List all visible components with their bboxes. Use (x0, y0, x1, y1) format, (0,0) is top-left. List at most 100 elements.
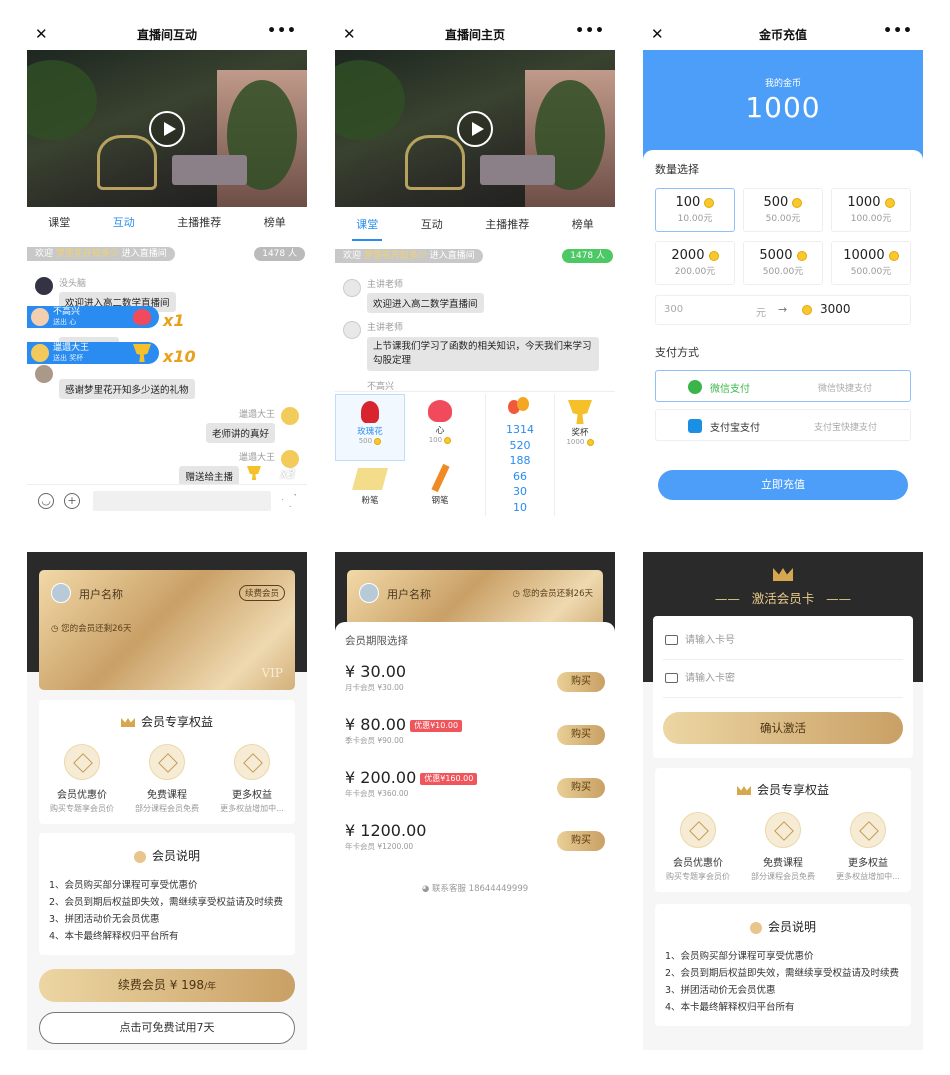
play-icon[interactable] (457, 111, 493, 147)
amount-option[interactable]: 500 50.00元 (743, 188, 823, 232)
benefit-item[interactable]: 更多权益 更多权益增加中... (217, 744, 287, 814)
member-icon (133, 850, 146, 863)
tab-interaction[interactable]: 互动 (417, 216, 447, 232)
screen-member-purchase: 用户名称 ◷ 您的会员还剩26天 会员期限选择 ¥ 30.00 月卡会员 ¥30… (335, 552, 615, 1050)
plan-price: ¥ 1200.00 (345, 821, 427, 840)
plan-row[interactable]: ¥ 200.00 优惠¥160.00 年卡会员 ¥360.00 购买 (345, 768, 605, 818)
close-icon[interactable]: ✕ (343, 25, 356, 43)
benefit-item[interactable]: 更多权益 更多权益增加中... (833, 812, 903, 882)
remain-text: ◷ 您的会员还剩26天 (512, 589, 593, 599)
add-icon[interactable]: + (64, 493, 80, 509)
video-player[interactable] (335, 50, 615, 207)
benefit-desc: 更多权益增加中... (220, 804, 284, 813)
note-line: 1、会员购买部分课程可享受优惠价 (665, 951, 814, 962)
qty-option[interactable]: 1314 (486, 422, 554, 438)
screen-activate-card: —— 激活会员卡 —— 请输入卡号 请输入卡密 确认激活 会员专享权益 会员优惠… (643, 552, 923, 1050)
pay-wechat[interactable]: 微信支付 微信快捷支付 (655, 370, 911, 402)
play-icon[interactable] (149, 111, 185, 147)
plan-row[interactable]: ¥ 30.00 月卡会员 ¥30.00 购买 (345, 662, 605, 712)
amount-option[interactable]: 1000 100.00元 (831, 188, 911, 232)
pay-alipay[interactable]: 支付宝支付 支付宝快捷支付 (655, 409, 911, 441)
more-benefits-icon (850, 812, 886, 848)
amount-option[interactable]: 2000 200.00元 (655, 241, 735, 285)
renew-tag[interactable]: 续费会员 (238, 585, 285, 601)
more-icon[interactable]: ••• (883, 23, 913, 39)
note-line: 2、会员到期后权益即失效，需继续享受权益请及时续费 (665, 968, 900, 979)
close-icon[interactable]: ✕ (651, 25, 664, 43)
tab-host-recommend[interactable]: 主播推荐 (173, 214, 225, 230)
buy-button[interactable]: 购买 (557, 725, 605, 745)
benefit-title: 更多权益 (848, 858, 888, 869)
benefit-item[interactable]: 免费课程部分课程会员免费 (748, 812, 818, 882)
video-scene (172, 155, 247, 185)
activate-form: 请输入卡号 请输入卡密 确认激活 (653, 616, 913, 758)
more-icon[interactable]: ••• (575, 23, 605, 39)
send-icon[interactable] (282, 494, 296, 507)
screen-member-center: 用户名称 续费会员 ◷ 您的会员还剩26天 VIP 会员专享权益 会员优惠价 购买… (27, 552, 307, 1050)
gift-chalk[interactable]: 粉笔 (335, 464, 405, 516)
gift-trophy[interactable]: 奖杯 1000 (545, 394, 615, 461)
amount-option[interactable]: 100 10.00元 (655, 188, 735, 232)
contact-service[interactable]: ◕ 联系客服 18644449999 (335, 882, 615, 894)
gift-pen[interactable]: 钢笔 (405, 463, 475, 516)
benefit-desc: 部分课程会员免费 (751, 872, 815, 881)
recharge-button[interactable]: 立即充值 (658, 470, 908, 500)
card-number-input[interactable]: 请输入卡号 (663, 622, 903, 660)
nav-bar: ✕ 金币充值 ••• (643, 18, 923, 50)
vip-mark: VIP (261, 666, 283, 680)
plan-row[interactable]: ¥ 80.00 优惠¥10.00 季卡会员 ¥90.00 购买 (345, 715, 605, 765)
qty-option[interactable]: 188 (486, 453, 554, 469)
screen-live-interaction: ✕ 直播间互动 ••• 课堂 互动 主播推荐 榜单 欢迎 梦里花开知多少 进入直… (27, 18, 307, 516)
buy-button[interactable]: 购买 (557, 778, 605, 798)
free-trial-button[interactable]: 点击可免费试用7天 (39, 1012, 295, 1044)
notes-title: 会员说明 (655, 918, 911, 935)
plan-row[interactable]: ¥ 1200.00 年卡会员 ¥1200.00 购买 (345, 821, 605, 871)
gift-heart[interactable]: 心 100 (405, 394, 475, 461)
amount-option[interactable]: 5000 500.00元 (743, 241, 823, 285)
qty-option[interactable]: 520 (486, 438, 554, 454)
balloon-part (517, 397, 529, 411)
card-password-input[interactable]: 请输入卡密 (663, 660, 903, 698)
coin-icon (888, 250, 899, 261)
tab-interaction[interactable]: 互动 (108, 214, 139, 239)
heart-icon (133, 309, 151, 325)
chat-username: 邋遢大王 (238, 410, 275, 420)
chat-area: 欢迎 梦里花开知多少 进入直播间 1478 人 主讲老师 欢迎进入高二数学直播间… (335, 241, 615, 392)
benefit-item[interactable]: 会员优惠价 购买专题享会员价 (663, 812, 733, 882)
tab-classroom[interactable]: 课堂 (352, 216, 383, 241)
tab-ranking[interactable]: 榜单 (260, 214, 290, 230)
tab-host-recommend[interactable]: 主播推荐 (481, 216, 533, 232)
qty-option[interactable]: 10 (486, 500, 554, 516)
chat-username: 没头脑 (59, 279, 87, 289)
buy-button[interactable]: 购买 (557, 672, 605, 692)
buy-button[interactable]: 购买 (557, 831, 605, 851)
emoji-icon[interactable]: ◡ (38, 493, 54, 509)
tab-classroom[interactable]: 课堂 (44, 214, 74, 230)
benefit-title: 免费课程 (763, 858, 803, 869)
video-player[interactable] (27, 50, 307, 207)
notes-title-text: 会员说明 (151, 849, 200, 863)
avatar (35, 277, 53, 295)
gift-rose[interactable]: 玫瑰花 500 (335, 394, 405, 461)
qty-option[interactable]: 66 (486, 469, 554, 485)
notes-title-text: 会员说明 (767, 920, 816, 934)
avatar (31, 344, 49, 362)
benefit-item[interactable]: 免费课程 部分课程会员免费 (132, 744, 202, 814)
user-name: 用户名称 (79, 588, 123, 601)
close-icon[interactable]: ✕ (35, 25, 48, 43)
arrow-right-icon: → (778, 303, 788, 316)
gift-price: 500 (358, 437, 373, 445)
custom-amount-input[interactable]: 300 (664, 304, 683, 315)
plan-price: ¥ 80.00 (345, 715, 407, 734)
more-icon[interactable]: ••• (267, 23, 297, 39)
coin-icon (708, 250, 719, 261)
benefit-item[interactable]: 会员优惠价 购买专题享会员价 (47, 744, 117, 814)
chat-input[interactable] (93, 491, 271, 511)
remain-value: 您的会员还剩26天 (522, 589, 593, 599)
renew-button[interactable]: 续费会员 ¥ 198/年 (39, 969, 295, 1002)
tab-ranking[interactable]: 榜单 (568, 216, 598, 232)
amount-price: 500.00元 (850, 267, 892, 277)
confirm-activate-button[interactable]: 确认激活 (663, 712, 903, 744)
amount-option[interactable]: 10000 500.00元 (831, 241, 911, 285)
qty-option[interactable]: 30 (486, 484, 554, 500)
